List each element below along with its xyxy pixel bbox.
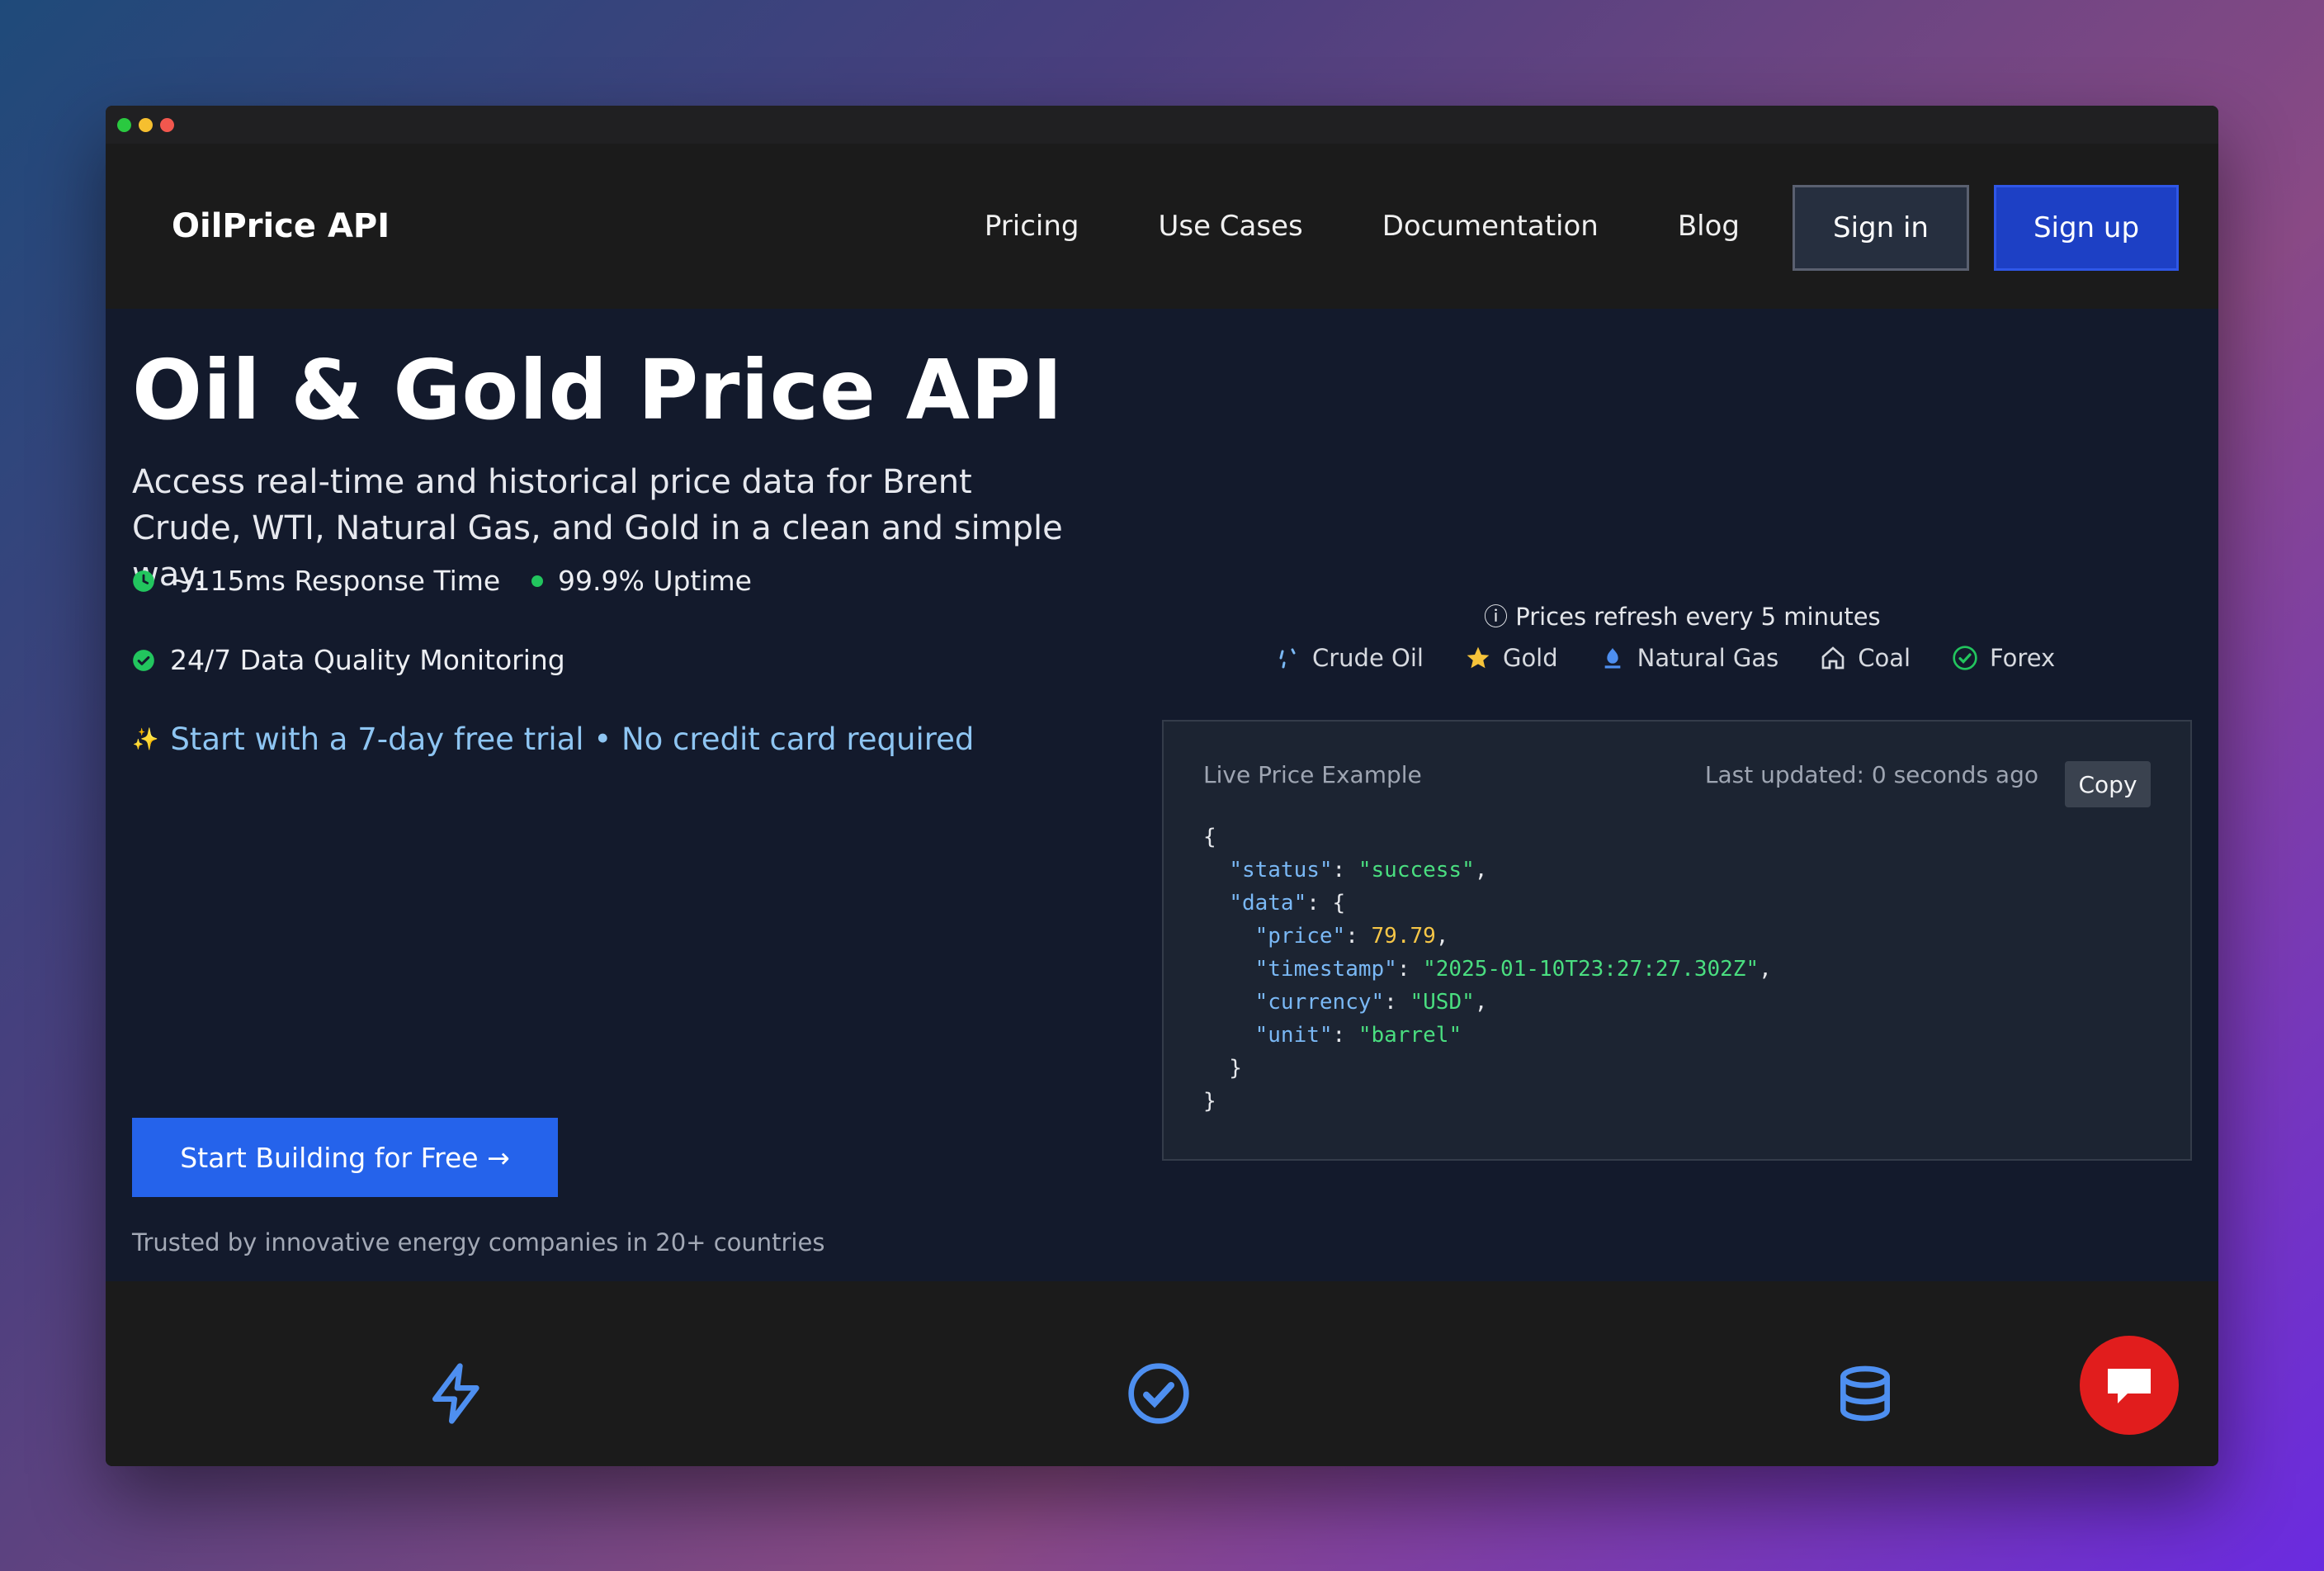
sparkle-icon: ✨ xyxy=(132,726,159,752)
price-refresh-note: ⓘ Prices refresh every 5 minutes xyxy=(1484,603,1881,631)
last-updated-text: Last updated: 0 seconds ago xyxy=(1704,761,2038,788)
stat-uptime: 99.9% Uptime xyxy=(531,565,752,597)
features-section xyxy=(106,1281,2218,1466)
main-menu: Pricing Use Cases Documentation Blog xyxy=(985,144,1740,309)
window-close-button[interactable] xyxy=(160,118,174,132)
status-dot-icon xyxy=(531,575,543,587)
database-icon xyxy=(1832,1360,1898,1430)
nav-link-blog[interactable]: Blog xyxy=(1678,210,1740,243)
sign-up-button[interactable]: Sign up xyxy=(1994,185,2179,271)
asset-label: Coal xyxy=(1858,644,1911,672)
start-building-button[interactable]: Start Building for Free → xyxy=(132,1118,558,1197)
house-icon xyxy=(1820,645,1846,671)
page-title: Oil & Gold Price API xyxy=(132,342,1064,438)
window-zoom-button[interactable] xyxy=(117,118,131,132)
stat-uptime-label: 99.9% Uptime xyxy=(558,565,752,597)
oil-drop-icon xyxy=(1274,645,1301,671)
stat-monitoring-label: 24/7 Data Quality Monitoring xyxy=(170,644,565,676)
nav-link-documentation[interactable]: Documentation xyxy=(1382,210,1599,243)
asset-label: Natural Gas xyxy=(1637,644,1779,672)
hero-section: Oil & Gold Price API Access real-time an… xyxy=(106,309,2218,1281)
asset-natural-gas[interactable]: Natural Gas xyxy=(1599,644,1779,672)
trial-text: Start with a 7-day free trial • No credi… xyxy=(170,722,975,757)
bolt-icon xyxy=(424,1360,490,1430)
live-price-panel: Live Price Example Last updated: 0 secon… xyxy=(1162,720,2192,1161)
asset-forex[interactable]: Forex xyxy=(1952,644,2055,672)
asset-label: Forex xyxy=(1990,644,2056,672)
nav-link-use-cases[interactable]: Use Cases xyxy=(1158,210,1302,243)
panel-title: Live Price Example xyxy=(1203,761,1422,788)
star-icon xyxy=(1465,645,1491,671)
brand-logo[interactable]: OilPrice API xyxy=(172,144,390,309)
trial-note: ✨ Start with a 7-day free trial • No cre… xyxy=(132,722,974,757)
json-code-block: { "status": "success", "data": { "price"… xyxy=(1203,825,1772,1114)
browser-window: OilPrice API Pricing Use Cases Documenta… xyxy=(106,106,2218,1466)
check-circle-icon xyxy=(1126,1360,1192,1430)
sign-in-button[interactable]: Sign in xyxy=(1793,185,1969,271)
asset-label: Gold xyxy=(1502,644,1558,672)
check-circle-icon xyxy=(1952,645,1978,671)
stat-monitoring: 24/7 Data Quality Monitoring xyxy=(132,644,565,676)
asset-gold[interactable]: Gold xyxy=(1465,644,1558,672)
asset-coal[interactable]: Coal xyxy=(1820,644,1911,672)
copy-button[interactable]: Copy xyxy=(2065,761,2151,807)
asset-label: Crude Oil xyxy=(1312,644,1424,672)
nav-link-pricing[interactable]: Pricing xyxy=(985,210,1079,243)
check-circle-icon xyxy=(133,649,154,671)
window-minimize-button[interactable] xyxy=(139,118,153,132)
title-bar xyxy=(106,106,2218,144)
stat-response-time: ~115ms Response Time xyxy=(132,565,500,597)
chat-widget-button[interactable] xyxy=(2080,1336,2179,1435)
flame-icon xyxy=(1599,645,1626,671)
asset-list: Crude Oil Gold Natural Gas Coal Forex xyxy=(1274,644,2055,672)
trusted-by-text: Trusted by innovative energy companies i… xyxy=(132,1228,825,1256)
chat-bubble-icon xyxy=(2108,1369,2151,1403)
asset-crude-oil[interactable]: Crude Oil xyxy=(1274,644,1424,672)
stat-response-time-label: ~115ms Response Time xyxy=(170,565,501,597)
clock-icon xyxy=(133,570,154,592)
